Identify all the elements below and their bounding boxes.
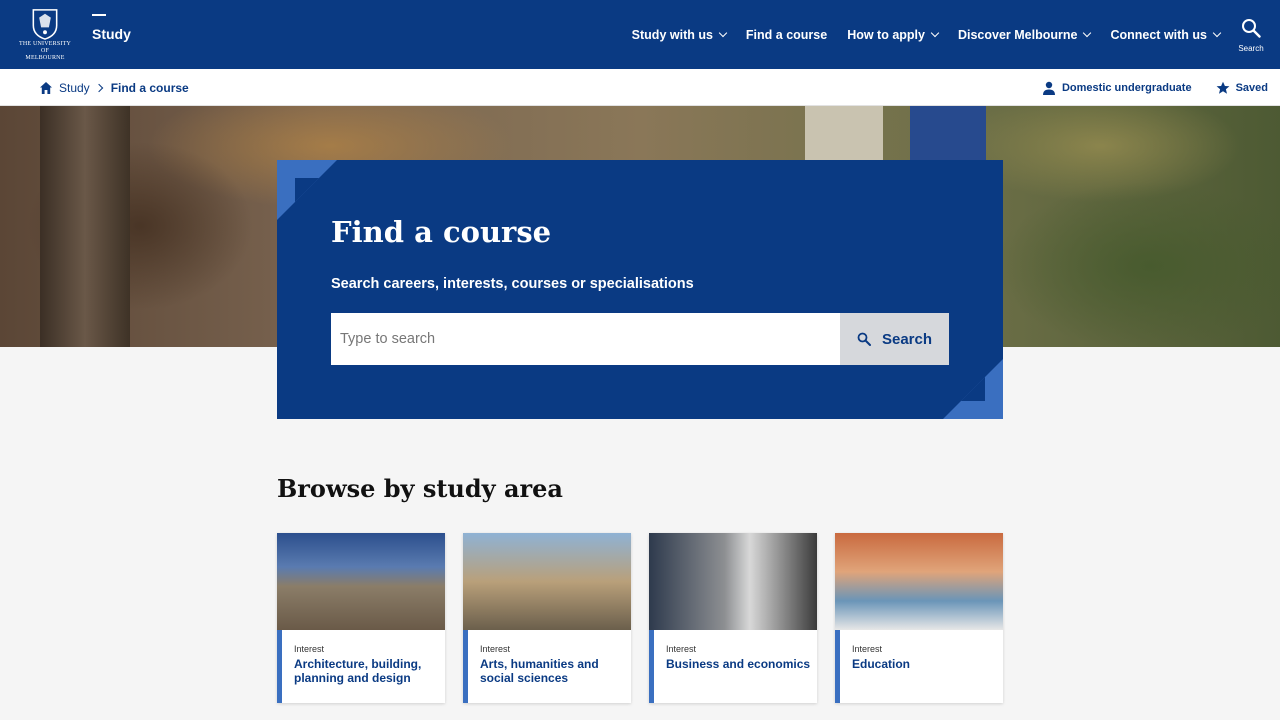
corner-decoration-top-left-inner [295, 178, 319, 202]
study-area-card-education[interactable]: Interest Education [835, 533, 1003, 703]
nav-label: Find a course [745, 27, 828, 42]
page-title: Find a course [331, 215, 552, 249]
star-icon [1216, 81, 1229, 94]
card-title: Architecture, building, planning and des… [294, 657, 422, 685]
nav-discover-melbourne[interactable]: Discover Melbourne [957, 27, 1092, 42]
card-image [277, 533, 445, 630]
breadcrumb-study[interactable]: Study [59, 81, 90, 95]
card-kicker: Interest [666, 644, 697, 654]
study-area-card-business[interactable]: Interest Business and economics [649, 533, 817, 703]
breadcrumb: Study Find a course [39, 69, 189, 106]
header-search-label: Search [1238, 44, 1264, 53]
search-icon [857, 332, 871, 346]
logo-text-top: THE UNIVERSITY OF [19, 41, 71, 54]
site-name-label: Study [92, 26, 131, 42]
chevron-down-icon [1212, 28, 1222, 37]
nav-find-a-course[interactable]: Find a course [746, 28, 827, 42]
card-image [649, 533, 817, 630]
nav-label: How to apply [847, 27, 925, 42]
study-area-card-arts[interactable]: Interest Arts, humanities and social sci… [463, 533, 631, 703]
user-icon [1042, 81, 1055, 95]
nav-label: Discover Melbourne [957, 27, 1078, 42]
university-logo[interactable]: THE UNIVERSITY OF MELBOURNE [18, 6, 72, 62]
crest-icon [32, 9, 58, 40]
study-area-cards: Interest Architecture, building, plannin… [277, 533, 1003, 703]
card-body: Interest Architecture, building, plannin… [277, 630, 445, 703]
hero-banner-left [805, 106, 883, 161]
find-course-panel: Find a course Search careers, interests,… [277, 160, 1003, 419]
search-button-label: Search [881, 330, 933, 348]
header-search-button[interactable]: Search [1236, 18, 1266, 53]
main-nav: Study with us Find a course How to apply… [612, 0, 1222, 69]
site-name[interactable]: Study [92, 14, 131, 44]
chevron-down-icon [1083, 28, 1092, 37]
site-header: THE UNIVERSITY OF MELBOURNE Study Study … [0, 0, 1280, 69]
hero-tree-trunk [40, 106, 130, 347]
corner-decoration-bottom-right-inner [961, 377, 985, 401]
logo-text-bottom: MELBOURNE [25, 55, 65, 61]
card-image [835, 533, 1003, 630]
saved-link[interactable]: Saved [1216, 81, 1268, 95]
card-title: Business and economics [666, 657, 811, 671]
study-area-card-architecture[interactable]: Interest Architecture, building, plannin… [277, 533, 445, 703]
chevron-down-icon [930, 28, 940, 37]
card-body: Interest Arts, humanities and social sci… [463, 630, 631, 703]
saved-label: Saved [1235, 81, 1268, 94]
nav-how-to-apply[interactable]: How to apply [847, 27, 940, 42]
card-kicker: Interest [852, 644, 883, 654]
card-title: Education [852, 657, 911, 671]
home-icon[interactable] [39, 81, 53, 95]
breadcrumb-bar: Study Find a course Domestic undergradua… [0, 69, 1280, 106]
chevron-right-icon [94, 83, 103, 92]
card-title: Arts, humanities and social sciences [480, 657, 599, 685]
browse-heading: Browse by study area [277, 474, 563, 503]
nav-label: Connect with us [1110, 27, 1207, 42]
breadcrumb-actions: Domestic undergraduate Saved [1018, 69, 1268, 106]
card-body: Interest Education [835, 630, 1003, 703]
hero-banner-right [910, 106, 986, 161]
nav-study-with-us[interactable]: Study with us [631, 27, 728, 42]
card-kicker: Interest [480, 644, 511, 654]
search-icon [1242, 19, 1261, 38]
card-image [463, 533, 631, 630]
nav-label: Study with us [631, 27, 713, 42]
search-instructions: Search careers, interests, courses or sp… [331, 276, 694, 292]
nav-connect-with-us[interactable]: Connect with us [1110, 27, 1222, 42]
site-name-dash [92, 14, 106, 16]
course-search-input[interactable] [331, 313, 840, 365]
card-body: Interest Business and economics [649, 630, 817, 703]
course-search-button[interactable]: Search [840, 313, 949, 365]
card-kicker: Interest [294, 644, 325, 654]
profile-selector[interactable]: Domestic undergraduate [1042, 81, 1192, 95]
profile-label: Domestic undergraduate [1061, 81, 1192, 94]
chevron-down-icon [718, 28, 728, 37]
breadcrumb-current: Find a course [110, 80, 189, 95]
